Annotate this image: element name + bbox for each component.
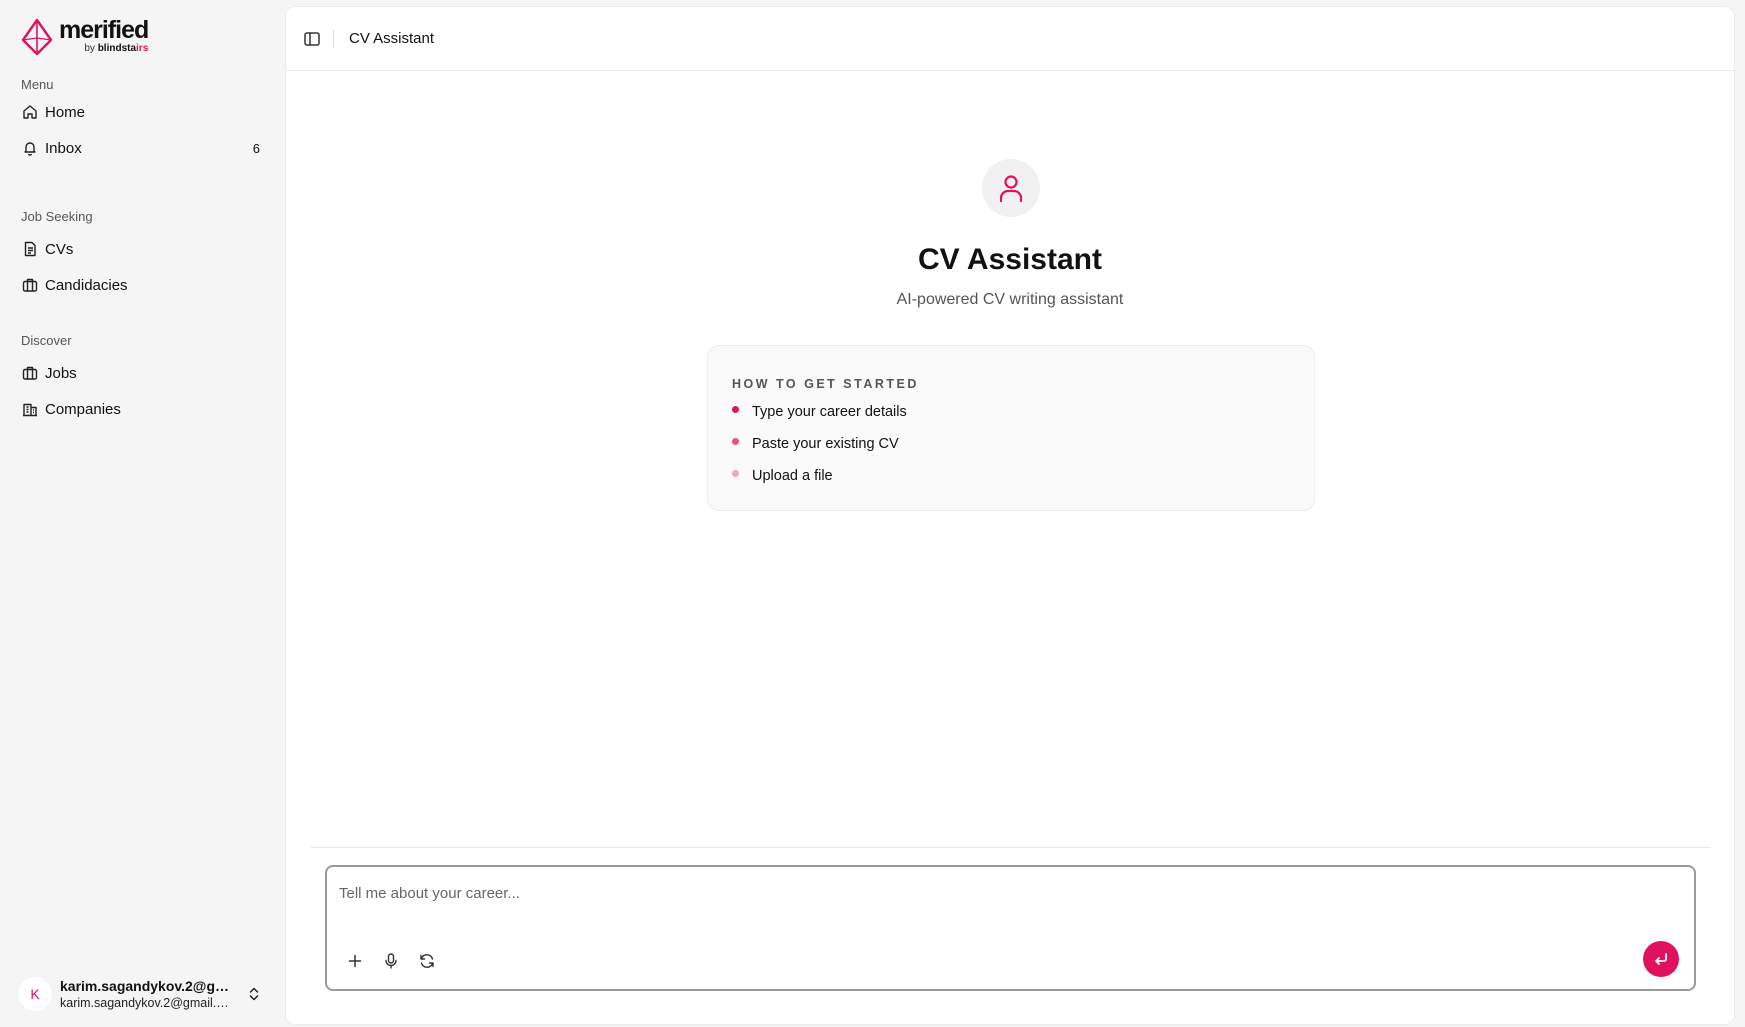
document-icon [22,241,38,257]
sidebar-item-companies[interactable]: Companies [12,394,268,424]
sidebar-item-label: Candidacies [45,276,128,294]
briefcase-icon [22,277,38,293]
user-account-switcher[interactable]: K karim.sagandykov.2@gmail.com karim.sag… [18,974,274,1014]
sidebar-item-label: CVs [45,240,74,258]
topbar-divider [333,29,334,48]
hero-subtitle: AI-powered CV writing assistant [896,291,1124,308]
enter-arrow-icon [1655,953,1667,965]
main-panel: CV Assistant CV Assistant AI-powered CV … [285,6,1735,1025]
home-icon [22,104,38,120]
sidebar-item-candidacies[interactable]: Candidacies [12,270,268,300]
nav-section-menu: Menu [21,77,54,92]
sidebar-item-home[interactable]: Home [12,97,268,127]
chevron-up-down-icon [249,987,259,1001]
logo-diamond-icon [21,18,53,56]
list-item: Upload a file [732,468,833,484]
brand-name: merified [59,16,149,44]
topbar: CV Assistant [286,7,1734,71]
nav-section-job-seeking: Job Seeking [21,209,93,224]
sidebar-item-jobs[interactable]: Jobs [12,358,268,388]
sidebar-item-inbox[interactable]: Inbox 6 [12,133,268,163]
plus-icon [348,954,362,968]
sidebar-item-label: Companies [45,400,121,418]
bullet-dot [732,469,739,477]
bullet-dot [732,405,739,413]
user-email: karim.sagandykov.2@gmail.com [60,996,235,1010]
list-item: Paste your existing CV [732,436,899,452]
chat-input[interactable] [339,877,1669,909]
chat-composer [325,865,1696,991]
composer-divider [311,847,1711,848]
hero-title: CV Assistant [918,243,1102,276]
sidebar: merified by blindstairs Menu Home Inbox … [0,0,284,1027]
user-name: karim.sagandykov.2@gmail.com [60,978,235,994]
briefcase-icon [22,365,38,381]
sidebar-item-label: Jobs [45,364,77,382]
voice-input-button[interactable] [377,947,405,975]
list-item: Type your career details [732,404,907,420]
sidebar-item-label: Home [45,103,86,121]
refresh-icon [420,954,434,968]
user-icon [982,159,1040,217]
send-button[interactable] [1643,941,1679,977]
page-title: CV Assistant [349,30,435,47]
building-icon [22,401,38,417]
nav-section-discover: Discover [21,333,72,348]
attach-button[interactable] [341,947,369,975]
sidebar-item-label: Inbox [45,139,82,157]
microphone-icon [385,953,397,969]
bullet-dot [732,437,739,445]
reset-conversation-button[interactable] [413,947,441,975]
brand-byline: by blindstairs [84,43,149,54]
app-window: merified by blindstairs Menu Home Inbox … [0,0,1745,1027]
avatar: K [18,977,52,1011]
bell-icon [22,140,38,156]
getting-started-heading: HOW TO GET STARTED [732,377,919,391]
brand-logo[interactable]: merified by blindstairs [20,16,149,56]
inbox-count-badge: 6 [252,140,260,156]
getting-started-card: HOW TO GET STARTED Type your career deta… [707,345,1315,511]
sidebar-toggle-icon[interactable] [303,30,321,48]
sidebar-item-cvs[interactable]: CVs [12,234,268,264]
